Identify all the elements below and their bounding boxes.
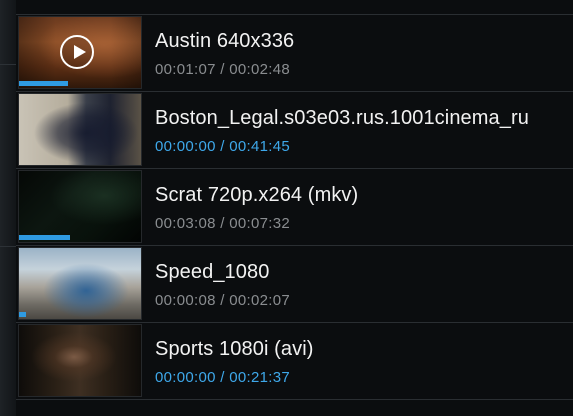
video-time: 00:03:08 / 00:07:32 [155,215,290,232]
playback-progress [19,235,71,240]
video-item-speed[interactable]: Speed_1080 00:00:08 / 00:02:07 [16,245,573,322]
video-thumbnail[interactable] [18,324,142,397]
video-thumbnail[interactable] [18,16,142,89]
list-footer [16,399,573,416]
thumbnail-shade [19,325,141,396]
video-time: 00:00:00 / 00:21:37 [155,369,290,386]
playback-progress [19,81,68,86]
video-item-scrat[interactable]: Scrat 720p.x264 (mkv) 00:03:08 / 00:07:3… [16,168,573,245]
thumbnail-shade [19,248,141,319]
video-item-sports[interactable]: Sports 1080i (avi) 00:00:00 / 00:21:37 [16,322,573,399]
video-thumbnail[interactable] [18,247,142,320]
side-panel-edge [0,0,16,416]
video-list: Austin 640x336 00:01:07 / 00:02:48 Bosto… [16,0,573,416]
play-circle-icon[interactable] [60,35,94,69]
video-time: 00:00:00 / 00:41:45 [155,138,290,155]
video-title: Scrat 720p.x264 (mkv) [155,184,359,206]
video-time: 00:00:08 / 00:02:07 [155,292,290,309]
video-title: Boston_Legal.s03e03.rus.1001cinema_ru [155,107,529,129]
video-list-screen: Austin 640x336 00:01:07 / 00:02:48 Bosto… [0,0,573,416]
video-time: 00:01:07 / 00:02:48 [155,61,290,78]
side-divider [0,64,16,65]
video-item-boston-legal[interactable]: Boston_Legal.s03e03.rus.1001cinema_ru 00… [16,91,573,168]
video-item-austin[interactable]: Austin 640x336 00:01:07 / 00:02:48 [16,14,573,91]
thumbnail-shade [19,171,141,242]
thumbnail-shade [19,94,141,165]
video-thumbnail[interactable] [18,93,142,166]
video-title: Sports 1080i (avi) [155,338,314,360]
video-title: Austin 640x336 [155,30,295,52]
video-title: Speed_1080 [155,261,270,283]
side-divider [0,246,16,247]
playback-progress [19,312,27,317]
video-thumbnail[interactable] [18,170,142,243]
